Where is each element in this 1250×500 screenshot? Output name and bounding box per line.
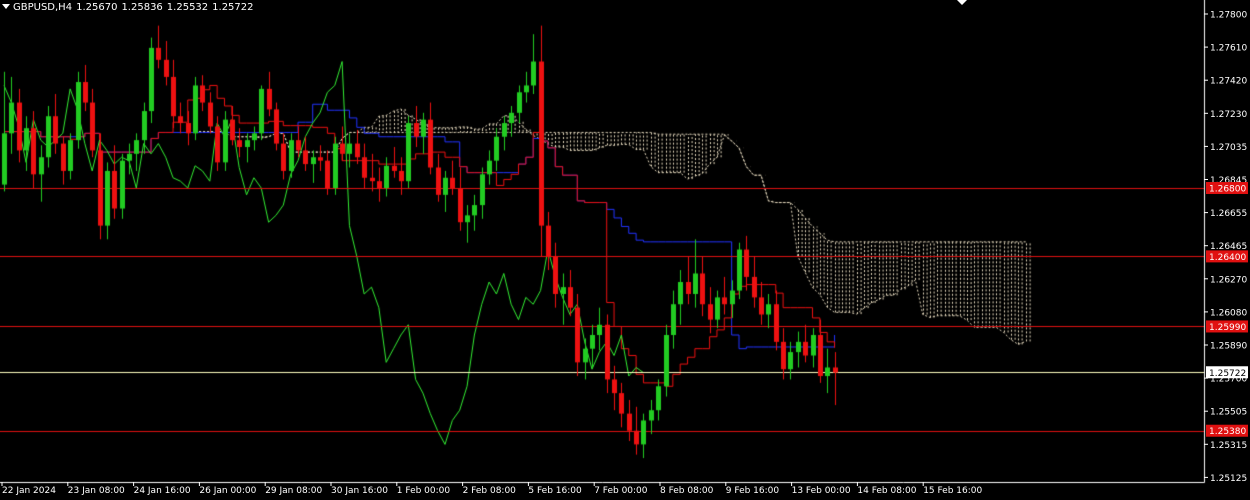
chart-header: GBPUSD,H4 1.25670 1.25836 1.25532 1.25722 bbox=[2, 2, 258, 14]
shift-marker-triangle-icon[interactable] bbox=[957, 0, 967, 5]
close-price: 1.25722 bbox=[212, 2, 254, 13]
high-price: 1.25836 bbox=[121, 2, 163, 13]
symbol-label: GBPUSD,H4 bbox=[13, 2, 73, 13]
low-price: 1.25532 bbox=[166, 2, 209, 13]
price-chart-canvas[interactable] bbox=[0, 0, 1250, 500]
symbol-menu-chevron-down-icon[interactable] bbox=[2, 4, 10, 9]
open-price: 1.25670 bbox=[76, 2, 118, 13]
